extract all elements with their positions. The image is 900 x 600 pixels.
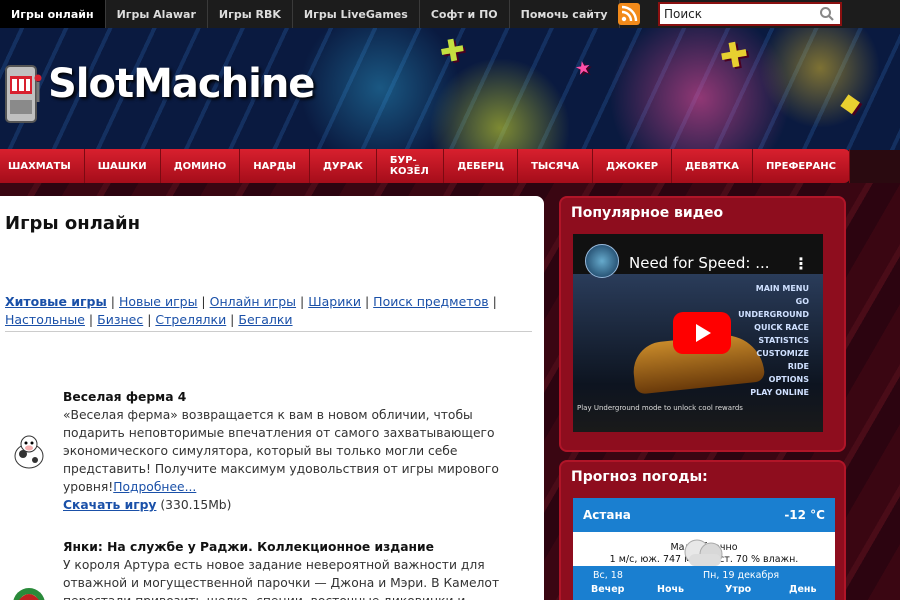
category-link-hidden-object[interactable]: Поиск предметов — [373, 294, 488, 309]
site-logo[interactable]: SlotMachine — [48, 61, 315, 107]
slot-tile-graphic: ✚ — [716, 33, 752, 79]
slot-machine-icon — [4, 62, 42, 126]
menu-item-joker[interactable]: ДЖОКЕР — [593, 149, 673, 183]
weather-widget[interactable]: Астана -12 °C Малооблачно 1 м/с, юж. 747… — [573, 498, 835, 600]
rss-icon[interactable] — [618, 3, 640, 25]
category-link-shooters[interactable]: Стрелялки — [155, 312, 226, 327]
tab-alawar-games[interactable]: Игры Alawar — [106, 0, 208, 28]
menu-line: PLAY ONLINE — [750, 388, 809, 397]
search-input[interactable] — [660, 7, 818, 21]
slot-tile-graphic: ✚ — [437, 32, 468, 71]
game-thumbnail-cow[interactable] — [9, 432, 49, 472]
panel-heading: Популярное видео — [571, 205, 724, 221]
tab-rbk-games[interactable]: Игры RBK — [208, 0, 293, 28]
menu-item-backgammon[interactable]: НАРДЫ — [240, 149, 311, 183]
site-header: ✚ ★ ✚ ◆ SlotMachine — [0, 28, 900, 150]
games-menu: ШАХМАТЫ ШАШКИ ДОМИНО НАРДЫ ДУРАК БУР-КОЗ… — [0, 149, 850, 183]
popular-video-panel: Популярное видео MAIN MENU GO UNDERGROUN… — [559, 196, 846, 452]
city-name: Астана — [583, 508, 631, 522]
game-item: Веселая ферма 4 «Веселая ферма» возвраща… — [14, 388, 511, 514]
search-box — [658, 2, 842, 26]
menu-item-preferans[interactable]: ПРЕФЕРАНС — [753, 149, 850, 183]
forecast-day: Вс, 18 — [593, 570, 623, 581]
game-thumbnail-yankee[interactable] — [9, 582, 49, 600]
forecast-period: Утро — [725, 584, 752, 595]
forecast-period: День — [789, 584, 817, 595]
menu-item-chess[interactable]: ШАХМАТЫ — [0, 149, 85, 183]
slot-tile-graphic: ★ — [573, 56, 593, 81]
video-title[interactable]: Need for Speed: ... — [629, 254, 770, 272]
category-link-board[interactable]: Настольные — [5, 312, 85, 327]
menu-item-devyatka[interactable]: ДЕВЯТКА — [672, 149, 753, 183]
forecast-period: Вечер — [591, 584, 625, 595]
category-link-runners[interactable]: Бегалки — [238, 312, 292, 327]
menu-line: QUICK RACE — [754, 323, 809, 332]
tab-software[interactable]: Софт и ПО — [420, 0, 510, 28]
menu-item-durak[interactable]: ДУРАК — [310, 149, 377, 183]
tab-help-site[interactable]: Помочь сайту — [510, 0, 620, 28]
menu-line: OPTIONS — [768, 375, 809, 384]
menu-item-deberts[interactable]: ДЕБЕРЦ — [444, 149, 519, 183]
weather-header: Астана -12 °C — [573, 498, 835, 532]
game-menu-overlay: MAIN MENU GO UNDERGROUND QUICK RACE STAT… — [733, 282, 809, 399]
channel-avatar[interactable] — [585, 244, 619, 278]
menu-line: MAIN MENU — [755, 284, 809, 293]
page-title: Игры онлайн — [5, 213, 141, 234]
cloud-icon — [679, 534, 729, 568]
category-link-online[interactable]: Онлайн игры — [210, 294, 296, 309]
menu-item-bur-kozel[interactable]: БУР-КОЗЁЛ — [377, 149, 445, 183]
category-link-balls[interactable]: Шарики — [308, 294, 361, 309]
more-link[interactable]: Подробнее... — [113, 480, 196, 494]
video-player[interactable]: MAIN MENU GO UNDERGROUND QUICK RACE STAT… — [573, 234, 823, 432]
file-size: (330.15Mb) — [160, 498, 232, 512]
tab-livegames[interactable]: Игры LiveGames — [293, 0, 420, 28]
category-link-hits[interactable]: Хитовые игры — [5, 294, 107, 309]
temperature: -12 °C — [784, 508, 825, 522]
weather-panel: Прогноз погоды: Астана -12 °C Малооблачн… — [559, 460, 846, 600]
game-title[interactable]: Веселая ферма 4 — [63, 388, 511, 406]
menu-line: CUSTOMIZE RIDE — [756, 349, 809, 371]
category-links: Хитовые игры | Новые игры | Онлайн игры … — [5, 293, 532, 332]
forecast-day: Пн, 19 декабря — [703, 570, 780, 581]
search-icon[interactable] — [818, 5, 836, 23]
video-caption: Play Underground mode to unlock cool rew… — [577, 404, 743, 412]
game-item: Янки: На службе у Раджи. Коллекционное и… — [13, 538, 511, 600]
category-link-new[interactable]: Новые игры — [119, 294, 197, 309]
menu-line: GO UNDERGROUND — [738, 297, 809, 319]
game-title[interactable]: Янки: На службе у Раджи. Коллекционное и… — [63, 538, 511, 556]
tab-games-online[interactable]: Игры онлайн — [0, 0, 106, 28]
forecast-period: Ночь — [657, 584, 685, 595]
menu-item-checkers[interactable]: ШАШКИ — [85, 149, 161, 183]
more-options-icon[interactable]: ⋮ — [793, 254, 809, 273]
menu-item-domino[interactable]: ДОМИНО — [161, 149, 241, 183]
forecast-days: Вс, 18 Пн, 19 декабря Вечер Ночь Утро Де… — [573, 566, 835, 600]
slot-tile-graphic: ◆ — [837, 86, 863, 120]
play-button-icon[interactable] — [673, 312, 731, 354]
menu-line: STATISTICS — [758, 336, 809, 345]
menu-item-tysyacha[interactable]: ТЫСЯЧА — [518, 149, 594, 183]
category-link-business[interactable]: Бизнес — [97, 312, 143, 327]
main-content: Игры онлайн Хитовые игры | Новые игры | … — [0, 196, 544, 600]
game-description: У короля Артура есть новое задание невер… — [63, 558, 500, 600]
panel-heading: Прогноз погоды: — [571, 469, 708, 485]
download-link[interactable]: Скачать игру — [63, 498, 156, 512]
